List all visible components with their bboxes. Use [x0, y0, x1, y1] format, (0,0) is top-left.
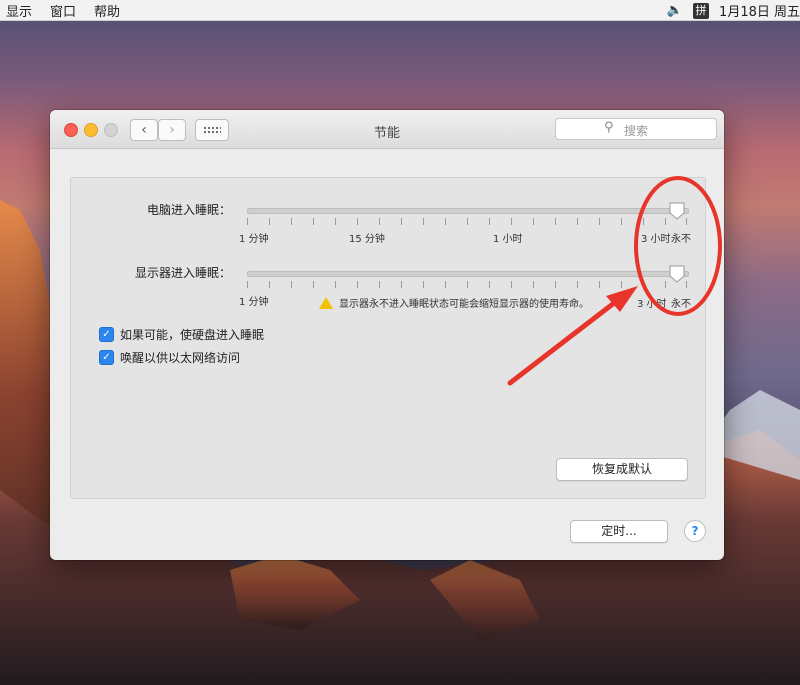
checkmark-icon: ✓ [99, 350, 114, 365]
computer-sleep-slider-track[interactable] [247, 208, 689, 214]
clock[interactable]: 1月18日 周五 [719, 1, 800, 20]
menu-window[interactable]: 窗口 [50, 1, 76, 20]
help-button[interactable]: ? [684, 520, 706, 542]
schedule-button[interactable]: 定时... [570, 520, 668, 543]
computer-sleep-ticks [247, 218, 687, 226]
computer-sleep-tick-1min: 1 分钟 [239, 234, 269, 245]
wake-ethernet-checkbox[interactable]: ✓ 唤醒以供以太网络访问 [99, 349, 240, 366]
menu-display[interactable]: 显示 [6, 1, 32, 20]
display-sleep-slider-knob[interactable] [669, 265, 685, 283]
display-sleep-label: 显示器进入睡眠： [134, 266, 231, 280]
hard-disk-sleep-checkbox[interactable]: ✓ 如果可能，使硬盘进入睡眠 [99, 326, 264, 343]
computer-sleep-tick-3h: 3 小时 [641, 234, 671, 245]
energy-saver-window: ‹ › 节能 ⚲ 搜索 电脑进入睡眠： 1 分钟 15 分钟 1 小时 3 小时… [50, 110, 724, 560]
display-sleep-ticks [247, 281, 687, 289]
computer-sleep-label: 电脑进入睡眠： [146, 203, 231, 217]
hard-disk-sleep-label: 如果可能，使硬盘进入睡眠 [120, 328, 265, 342]
title-bar: ‹ › 节能 ⚲ 搜索 [50, 110, 724, 149]
wake-ethernet-label: 唤醒以供以太网络访问 [120, 351, 241, 365]
display-sleep-tick-1min: 1 分钟 [239, 297, 269, 308]
warning-icon [319, 296, 333, 309]
computer-sleep-tick-15min: 15 分钟 [349, 234, 385, 245]
restore-defaults-button[interactable]: 恢复成默认 [556, 458, 688, 481]
computer-sleep-tick-never: 永不 [671, 234, 691, 245]
search-placeholder: 搜索 [624, 124, 649, 138]
settings-panel: 电脑进入睡眠： 1 分钟 15 分钟 1 小时 3 小时 永不 显示器进入睡眠： [70, 177, 706, 499]
search-icon: ⚲ [604, 120, 614, 135]
display-sleep-warning-text: 显示器永不进入睡眠状态可能会缩短显示器的使用寿命。 [339, 299, 589, 310]
display-sleep-tick-3h: 3 小时 [637, 299, 667, 310]
display-sleep-tick-never: 永不 [671, 299, 691, 310]
menu-help[interactable]: 帮助 [94, 1, 120, 20]
computer-sleep-slider-knob[interactable] [669, 202, 685, 220]
computer-sleep-tick-1h: 1 小时 [493, 234, 523, 245]
input-method-icon[interactable]: 拼 [693, 2, 710, 19]
display-sleep-warning: 显示器永不进入睡眠状态可能会缩短显示器的使用寿命。 [319, 295, 589, 310]
menu-bar: 显示 窗口 帮助 🔈 拼 1月18日 周五 [0, 0, 800, 21]
checkmark-icon: ✓ [99, 327, 114, 342]
search-field[interactable]: ⚲ 搜索 [555, 118, 717, 140]
display-sleep-slider-track[interactable] [247, 271, 689, 277]
volume-icon[interactable]: 🔈 [667, 3, 683, 18]
